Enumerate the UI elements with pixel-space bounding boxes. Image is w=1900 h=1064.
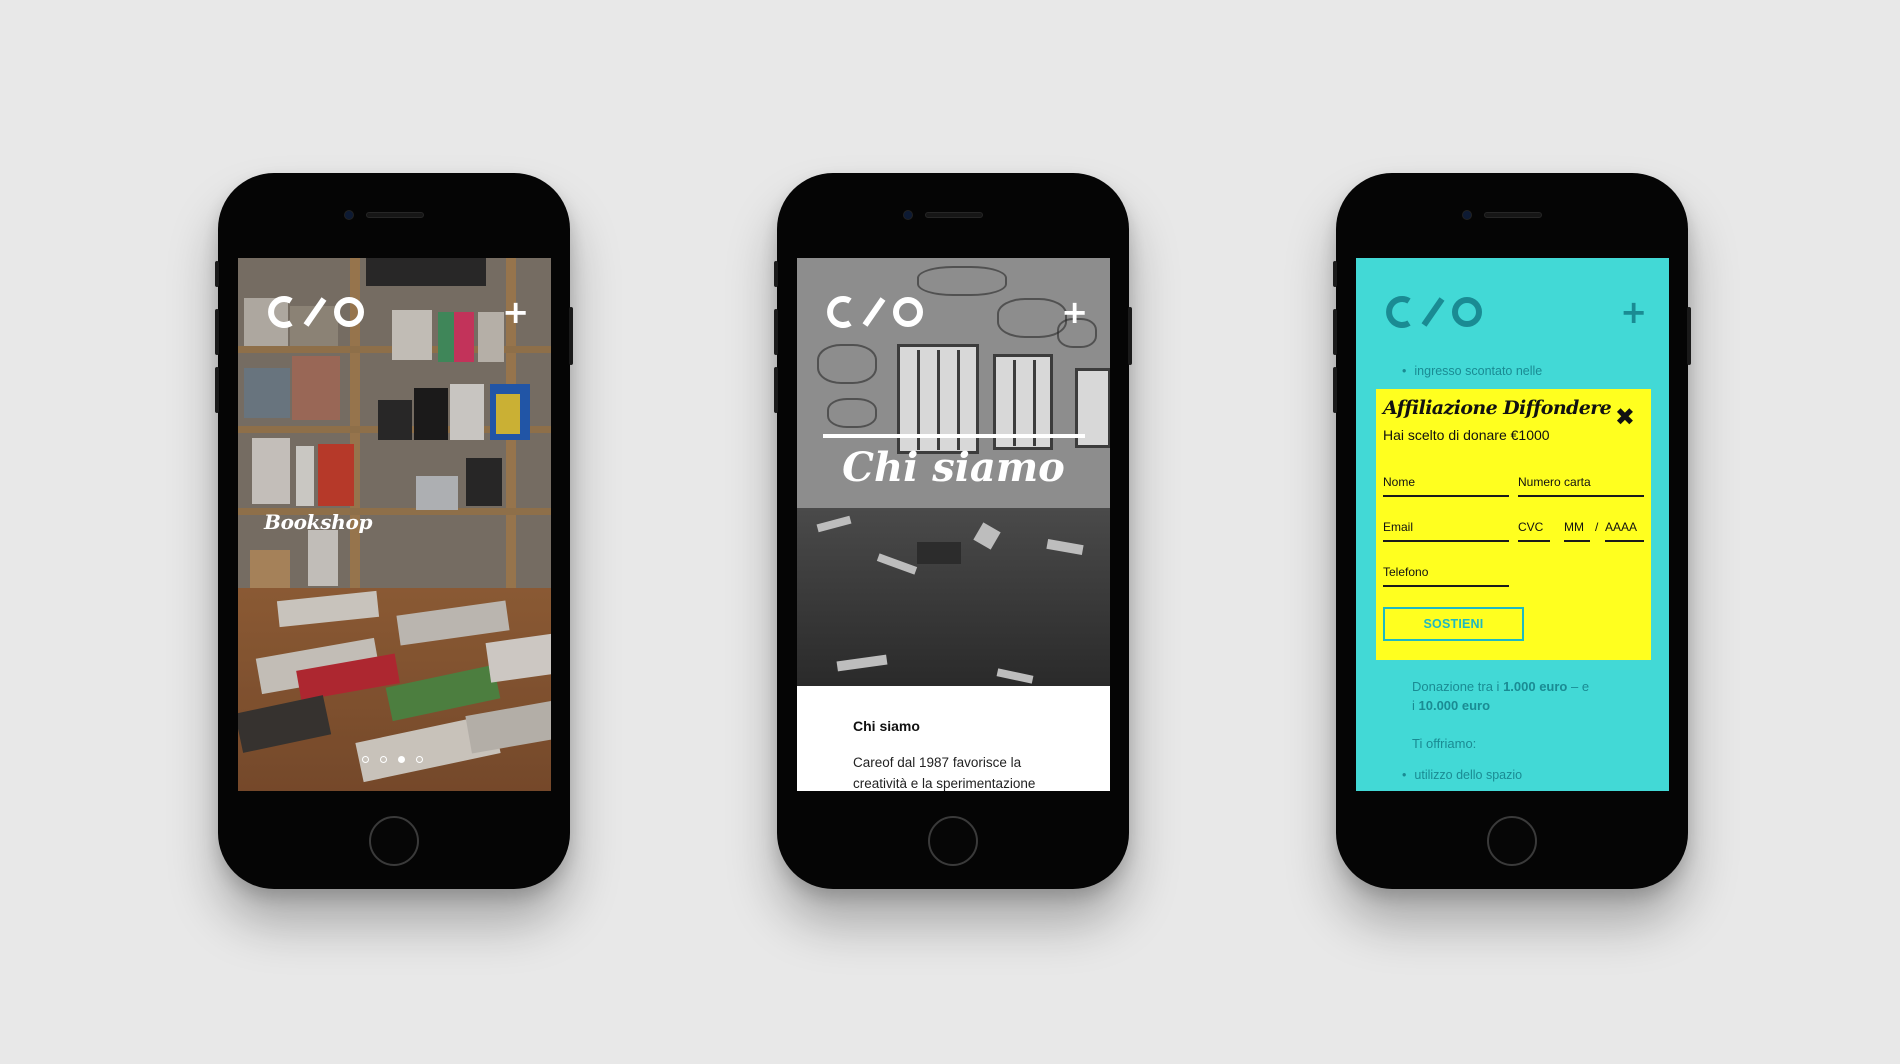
donation-range: Donazione tra i 1.000 euro – e i 10.000 … (1412, 677, 1589, 715)
volume-up-button (215, 309, 219, 355)
earpiece-speaker (925, 212, 983, 218)
body-line: creatività e la sperimentazione (853, 776, 1036, 791)
name-field[interactable]: Nome (1383, 475, 1509, 497)
hero-title: Chi siamo (842, 444, 1065, 491)
slide-dot[interactable] (362, 756, 369, 763)
careof-logo[interactable] (264, 292, 368, 332)
plus-icon[interactable]: + (1061, 292, 1088, 332)
volume-down-button (774, 367, 778, 413)
mute-switch (774, 261, 778, 287)
email-field[interactable]: Email (1383, 520, 1509, 542)
close-icon[interactable]: ✖ (1615, 405, 1635, 429)
donation-max: 10.000 euro (1418, 698, 1491, 713)
donation-text: – e (1567, 679, 1590, 694)
home-button (369, 816, 419, 866)
affiliazione-screen: + ingresso scontato nelle Affiliazione D… (1356, 258, 1669, 791)
phone-field[interactable]: Telefono (1383, 565, 1509, 587)
earpiece-speaker (366, 212, 424, 218)
mute-switch (215, 261, 219, 287)
body-line: Careof dal 1987 favorisce la (853, 755, 1022, 770)
offer-list: utilizzo dello spazio (1402, 768, 1522, 782)
phone-affiliazione: + ingresso scontato nelle Affiliazione D… (1333, 173, 1691, 889)
title-rule (823, 434, 1085, 438)
bookshop-screen: + Bookshop (238, 258, 551, 791)
expiry-month-field[interactable]: MM (1564, 520, 1590, 542)
home-button (1487, 816, 1537, 866)
donation-min: 1.000 euro (1503, 679, 1568, 694)
slide-indicator (362, 756, 423, 763)
expiry-year-field[interactable]: AAAA (1605, 520, 1644, 542)
list-item: utilizzo dello spazio (1402, 768, 1522, 782)
cvc-field[interactable]: CVC (1518, 520, 1550, 542)
volume-up-button (774, 309, 778, 355)
submit-button[interactable]: SOSTIENI (1383, 607, 1524, 641)
front-camera (344, 210, 354, 220)
phone-chi-siamo: + Chi siamo Chi siamo Careof dal 1987 fa… (774, 173, 1132, 889)
home-button (928, 816, 978, 866)
careof-logo[interactable] (823, 292, 927, 332)
plus-icon[interactable]: + (502, 292, 529, 332)
volume-down-button (1333, 367, 1337, 413)
slide-dot[interactable] (416, 756, 423, 763)
benefits-list-top: ingresso scontato nelle (1402, 364, 1542, 378)
mute-switch (1333, 261, 1337, 287)
slide-dot-active[interactable] (398, 756, 405, 763)
list-item: ingresso scontato nelle (1402, 364, 1542, 378)
power-button (569, 307, 573, 365)
slide-dot[interactable] (380, 756, 387, 763)
card-number-field[interactable]: Numero carta (1518, 475, 1644, 497)
donation-modal: Affiliazione Diffondere Hai scelto di do… (1376, 389, 1651, 660)
section-body: Careof dal 1987 favorisce la creatività … (853, 752, 1079, 791)
offer-heading: Ti offriamo: (1412, 736, 1477, 751)
donation-text: Donazione tra i (1412, 679, 1504, 694)
modal-subtitle: Hai scelto di donare €1000 (1383, 427, 1550, 443)
slide-title[interactable]: Bookshop (264, 510, 372, 534)
earpiece-speaker (1484, 212, 1542, 218)
plus-icon[interactable]: + (1620, 292, 1647, 332)
power-button (1687, 307, 1691, 365)
modal-title: Affiliazione Diffondere (1383, 397, 1612, 419)
front-camera (1462, 210, 1472, 220)
volume-up-button (1333, 309, 1337, 355)
phone-bookshop: + Bookshop (215, 173, 573, 889)
section-heading: Chi siamo (853, 718, 920, 734)
volume-down-button (215, 367, 219, 413)
front-camera (903, 210, 913, 220)
expiry-separator: / (1595, 520, 1599, 534)
chi-siamo-screen: + Chi siamo Chi siamo Careof dal 1987 fa… (797, 258, 1110, 791)
careof-logo[interactable] (1382, 292, 1486, 332)
power-button (1128, 307, 1132, 365)
